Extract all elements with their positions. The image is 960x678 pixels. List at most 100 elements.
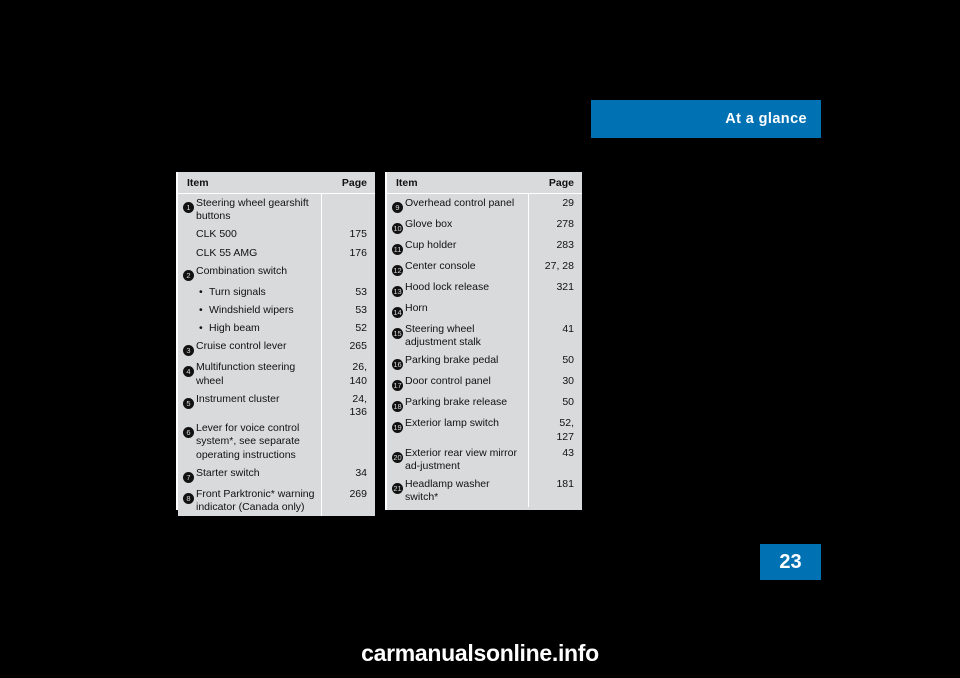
item-number-badge: 6 bbox=[178, 419, 196, 440]
table-row: 11 Cup holder 283 bbox=[387, 236, 582, 257]
item-number-badge: 4 bbox=[178, 358, 196, 379]
circled-number-icon: 17 bbox=[392, 380, 403, 392]
item-label: Cup holder bbox=[405, 239, 457, 251]
column-header-page: Page bbox=[341, 176, 367, 189]
page-reference bbox=[321, 419, 375, 464]
circled-number-icon: 11 bbox=[392, 244, 403, 255]
table-row: 17 Door control panel 30 bbox=[387, 372, 582, 394]
circled-number-icon: 1 bbox=[183, 202, 194, 213]
item-label: Overhead control panel bbox=[405, 197, 515, 209]
table-row: 13 Hood lock release 321 bbox=[387, 278, 582, 299]
item-label: Parking brake pedal bbox=[405, 354, 499, 367]
item-label: CLK 55 AMG bbox=[196, 246, 258, 259]
item-label: Multifunction steering wheel bbox=[196, 361, 296, 387]
circled-number-icon: 6 bbox=[183, 427, 194, 439]
item-label: • Turn signals bbox=[199, 285, 266, 298]
circled-number-icon: 8 bbox=[183, 492, 194, 504]
table-row: 7 Starter switch 34 bbox=[178, 463, 375, 485]
page-reference: 43 bbox=[528, 443, 582, 476]
page-reference: 269 bbox=[321, 484, 375, 517]
table-row: 3 Cruise control lever 265 bbox=[178, 337, 375, 359]
item-number-badge: 1 bbox=[178, 194, 196, 215]
page-number-tab: 23 bbox=[760, 544, 821, 580]
page-reference: 265 bbox=[321, 337, 375, 359]
item-number-badge: 18 bbox=[387, 393, 405, 414]
page-reference: 27, 28 bbox=[528, 257, 582, 278]
item-label: Center console bbox=[405, 260, 476, 272]
table-row: 8 Front Parktronic* warning indicator (Ca… bbox=[178, 484, 375, 517]
table-body: 9 Overhead control panel 29 10 Glove box 278 1… bbox=[387, 194, 582, 507]
circled-number-icon: 13 bbox=[392, 286, 403, 297]
item-label: Lever for voice control system*, see sep… bbox=[196, 422, 300, 461]
item-label: Exterior lamp switch bbox=[405, 417, 499, 430]
item-number-badge: 2 bbox=[178, 262, 196, 283]
bullet-icon: • bbox=[199, 304, 203, 317]
table-row: 2 Combination switch bbox=[178, 261, 375, 283]
page-number: 23 bbox=[779, 550, 802, 573]
page-reference: 30 bbox=[528, 372, 582, 394]
item-number-spacer bbox=[178, 225, 196, 228]
circled-number-icon: 2 bbox=[183, 269, 194, 281]
table-body: 1 Steering wheel gearshift buttons CLK 500… bbox=[178, 194, 375, 517]
page-reference: 26, 140 bbox=[321, 358, 375, 390]
footer-watermark: carmanualsonline.info bbox=[361, 640, 599, 666]
table-header-row: Item Page bbox=[387, 172, 582, 194]
page-reference: 283 bbox=[528, 236, 582, 257]
table-row: CLK 500 175 bbox=[178, 225, 375, 244]
table-row: 16 Parking brake pedal 50 bbox=[387, 351, 582, 373]
page-title: At a glance bbox=[725, 111, 807, 127]
table-row: 18 Parking brake release 50 bbox=[387, 393, 582, 415]
item-number-spacer bbox=[178, 244, 196, 247]
circled-number-icon: 15 bbox=[392, 328, 403, 339]
circled-number-icon: 12 bbox=[392, 265, 403, 276]
item-number-badge: 3 bbox=[178, 337, 196, 358]
table-row: • Windshield wipers 53 bbox=[178, 301, 375, 320]
circled-number-icon: 16 bbox=[392, 359, 403, 371]
circled-number-icon: 21 bbox=[392, 483, 403, 495]
page-reference: 53 bbox=[321, 301, 375, 320]
item-label: Combination switch bbox=[196, 264, 288, 277]
item-label: Starter switch bbox=[196, 466, 260, 479]
circled-number-icon: 20 bbox=[392, 451, 403, 463]
page-reference: 24, 136 bbox=[321, 389, 375, 420]
page-reference: 29 bbox=[528, 194, 582, 215]
table-row: 21 Headlamp washer switch* 181 bbox=[387, 475, 582, 507]
page-reference: 176 bbox=[321, 243, 375, 262]
circled-number-icon: 4 bbox=[183, 366, 194, 378]
item-number-badge: 7 bbox=[178, 464, 196, 485]
item-number-spacer bbox=[178, 283, 196, 286]
item-number-badge: 20 bbox=[387, 444, 405, 465]
table-row: 9 Overhead control panel 29 bbox=[387, 194, 582, 215]
item-label: Door control panel bbox=[405, 375, 491, 388]
bullet-icon: • bbox=[199, 322, 203, 335]
page-reference: 50 bbox=[528, 351, 582, 373]
page-reference: 52 bbox=[321, 319, 375, 338]
page-reference: 181 bbox=[528, 475, 582, 507]
item-label: Steering wheel adjustment stalk bbox=[405, 323, 481, 349]
item-label: Cruise control lever bbox=[196, 340, 287, 353]
item-number-badge: 21 bbox=[387, 475, 405, 496]
page-reference bbox=[321, 261, 375, 283]
item-label: Instrument cluster bbox=[196, 392, 280, 405]
item-label: Parking brake release bbox=[405, 396, 508, 409]
table-row: 4 Multifunction steering wheel 26, 140 bbox=[178, 358, 375, 390]
circled-number-icon: 5 bbox=[183, 397, 194, 409]
item-number-badge: 19 bbox=[387, 414, 405, 435]
page-reference: 52, 127 bbox=[528, 414, 582, 444]
section-header-banner: At a glance bbox=[591, 100, 821, 138]
table-row: • Turn signals 53 bbox=[178, 282, 375, 302]
circled-number-icon: 18 bbox=[392, 401, 403, 413]
item-label: Front Parktronic* warning indicator (Can… bbox=[196, 487, 315, 514]
item-number-badge: 14 bbox=[387, 299, 405, 320]
circled-number-icon: 14 bbox=[392, 307, 403, 318]
table-row: CLK 55 AMG 176 bbox=[178, 243, 375, 262]
bullet-icon: • bbox=[199, 285, 203, 298]
page-reference bbox=[528, 299, 582, 320]
item-number-badge: 5 bbox=[178, 390, 196, 411]
circled-number-icon: 7 bbox=[183, 471, 194, 483]
item-number-badge: 10 bbox=[387, 215, 405, 236]
item-label: • High beam bbox=[199, 322, 260, 335]
item-number-badge: 12 bbox=[387, 257, 405, 278]
table-row: 1 Steering wheel gearshift buttons bbox=[178, 194, 375, 226]
item-number-badge: 9 bbox=[387, 194, 405, 215]
